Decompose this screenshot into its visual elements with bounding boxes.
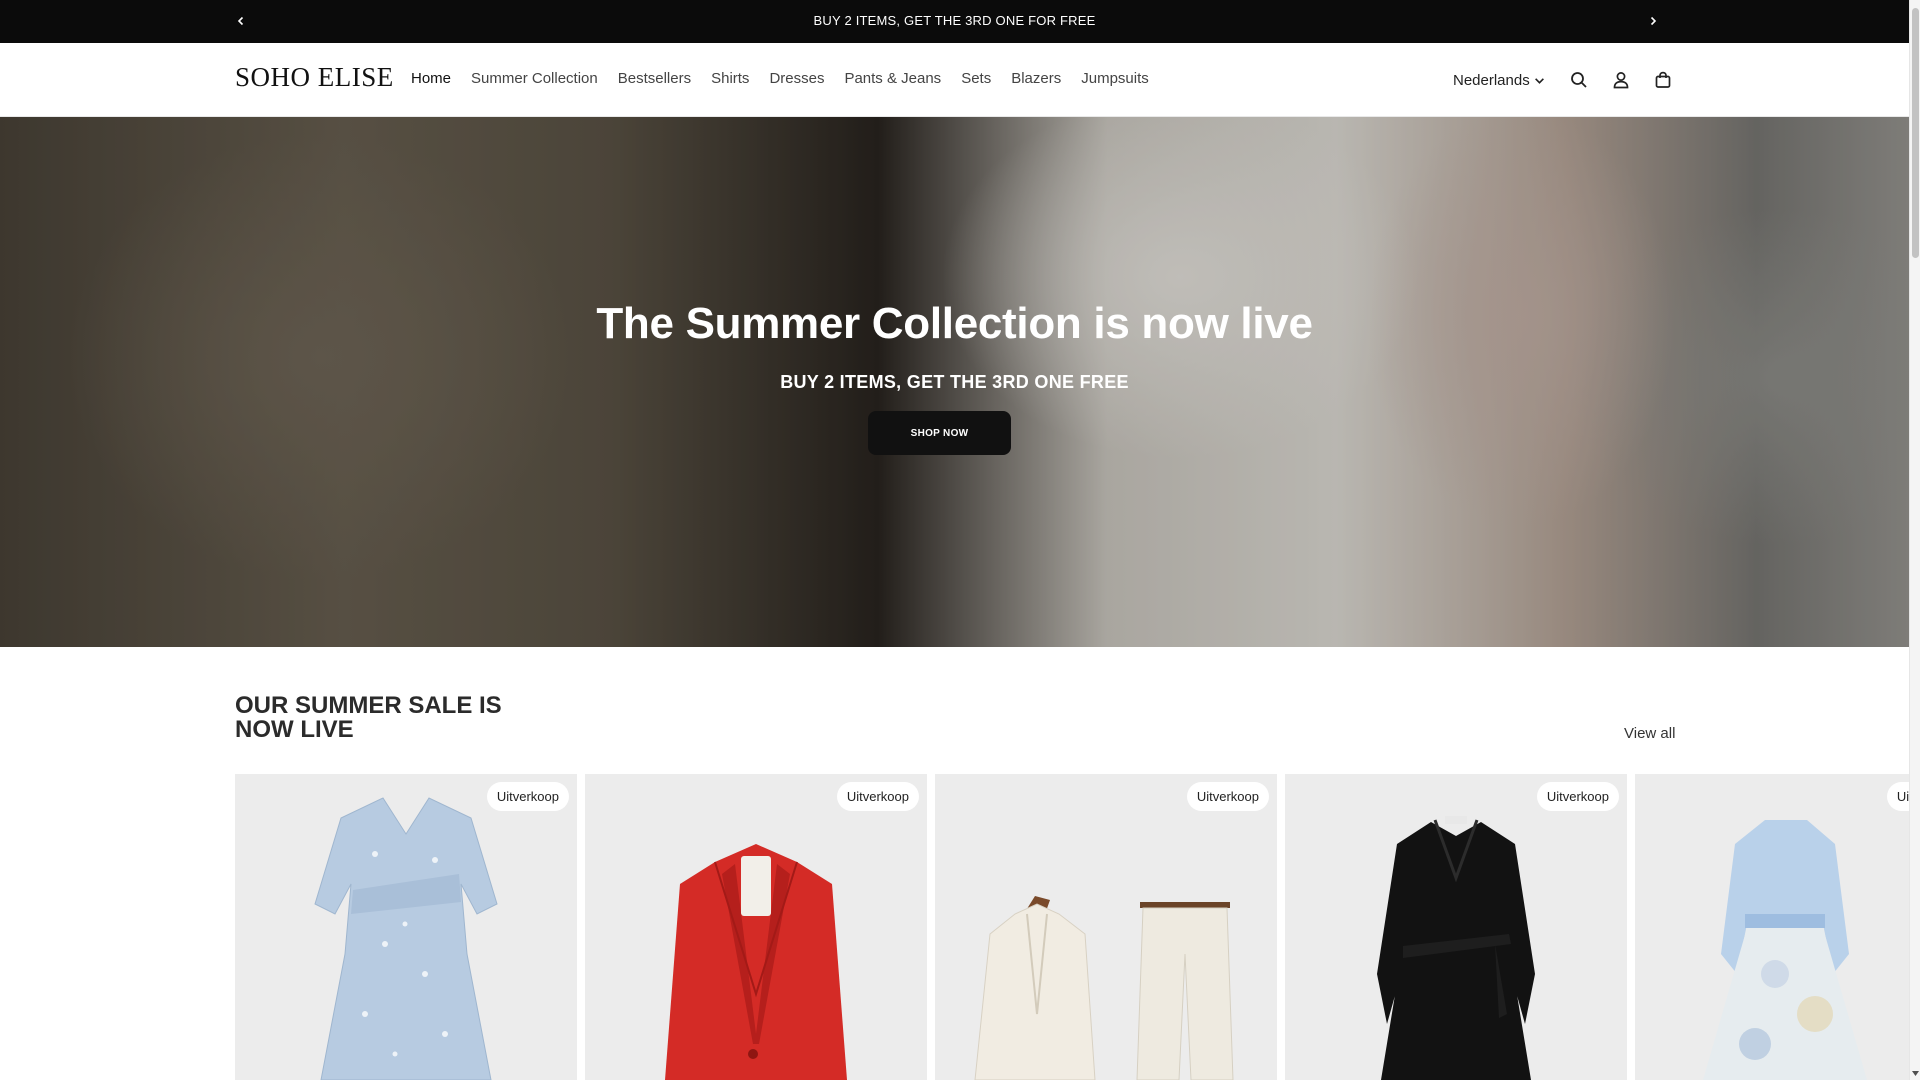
nav-dresses[interactable]: Dresses	[769, 70, 824, 87]
shop-now-button[interactable]: SHOP NOW	[868, 411, 1011, 455]
product-image	[314, 797, 498, 1080]
section-heading: OUR SUMMER SALE IS NOW LIVE	[235, 692, 502, 743]
product-card[interactable]: Uitverkoop	[585, 774, 927, 1080]
product-image	[974, 896, 1234, 1080]
brand-logo[interactable]: SOHO ELISE	[235, 62, 394, 93]
product-card[interactable]: Uitverkoop	[935, 774, 1277, 1080]
product-image	[1703, 820, 1867, 1080]
nav-home[interactable]: Home	[411, 70, 451, 87]
sale-badge: Uitverkoop	[836, 782, 919, 811]
nav-shirts[interactable]: Shirts	[711, 70, 749, 87]
page-scrollbar[interactable]	[1909, 0, 1920, 1080]
nav-blazers[interactable]: Blazers	[1011, 70, 1061, 87]
search-icon[interactable]	[1563, 64, 1595, 96]
announcement-text: BUY 2 ITEMS, GET THE 3RD ONE FOR FREE	[813, 13, 1096, 28]
sale-badge: Uitverkoop	[486, 782, 569, 811]
product-card[interactable]: Uitverkoop	[235, 774, 577, 1080]
account-icon[interactable]	[1605, 64, 1637, 96]
sale-badge: Uitverkoop	[1536, 782, 1619, 811]
nav-jumpsuits[interactable]: Jumpsuits	[1081, 70, 1149, 87]
product-card[interactable]: Uitverkoop	[1285, 774, 1627, 1080]
hero-title: The Summer Collection is now live	[596, 299, 1313, 348]
sale-badge: Uitverkoop	[1886, 782, 1909, 811]
language-label: Nederlands	[1453, 71, 1530, 89]
scroll-down-arrow-icon[interactable]	[1911, 1069, 1920, 1078]
sale-badge: Uitverkoop	[1186, 782, 1269, 811]
product-image	[665, 844, 847, 1080]
chevron-right-icon[interactable]	[1642, 10, 1664, 32]
hero-subtitle: BUY 2 ITEMS, GET THE 3RD ONE FREE	[780, 372, 1129, 392]
chevron-down-icon	[1534, 77, 1544, 84]
product-image	[1377, 816, 1535, 1080]
nav-pants-jeans[interactable]: Pants & Jeans	[844, 70, 941, 87]
language-selector[interactable]: Nederlands	[1453, 72, 1545, 89]
main-nav: Home Summer Collection Bestsellers Shirt…	[411, 70, 1149, 87]
scrollbar-thumb[interactable]	[1912, 8, 1919, 258]
nav-bestsellers[interactable]: Bestsellers	[618, 70, 691, 87]
site-header: SOHO ELISE Home Summer Collection Bestse…	[0, 43, 1909, 117]
hero-banner: The Summer Collection is now live BUY 2 …	[0, 117, 1909, 647]
nav-sets[interactable]: Sets	[961, 70, 991, 87]
header-actions: Nederlands	[1453, 64, 1689, 96]
product-carousel: Uitverkoop Uitverkoop Uitverkoop Uitverk…	[235, 774, 1909, 1080]
nav-summer-collection[interactable]: Summer Collection	[471, 70, 598, 87]
cart-icon[interactable]	[1647, 64, 1679, 96]
view-all-link[interactable]: View all	[1624, 725, 1675, 742]
product-card[interactable]: Uitverkoop	[1635, 774, 1909, 1080]
announcement-bar: BUY 2 ITEMS, GET THE 3RD ONE FOR FREE	[0, 0, 1909, 43]
